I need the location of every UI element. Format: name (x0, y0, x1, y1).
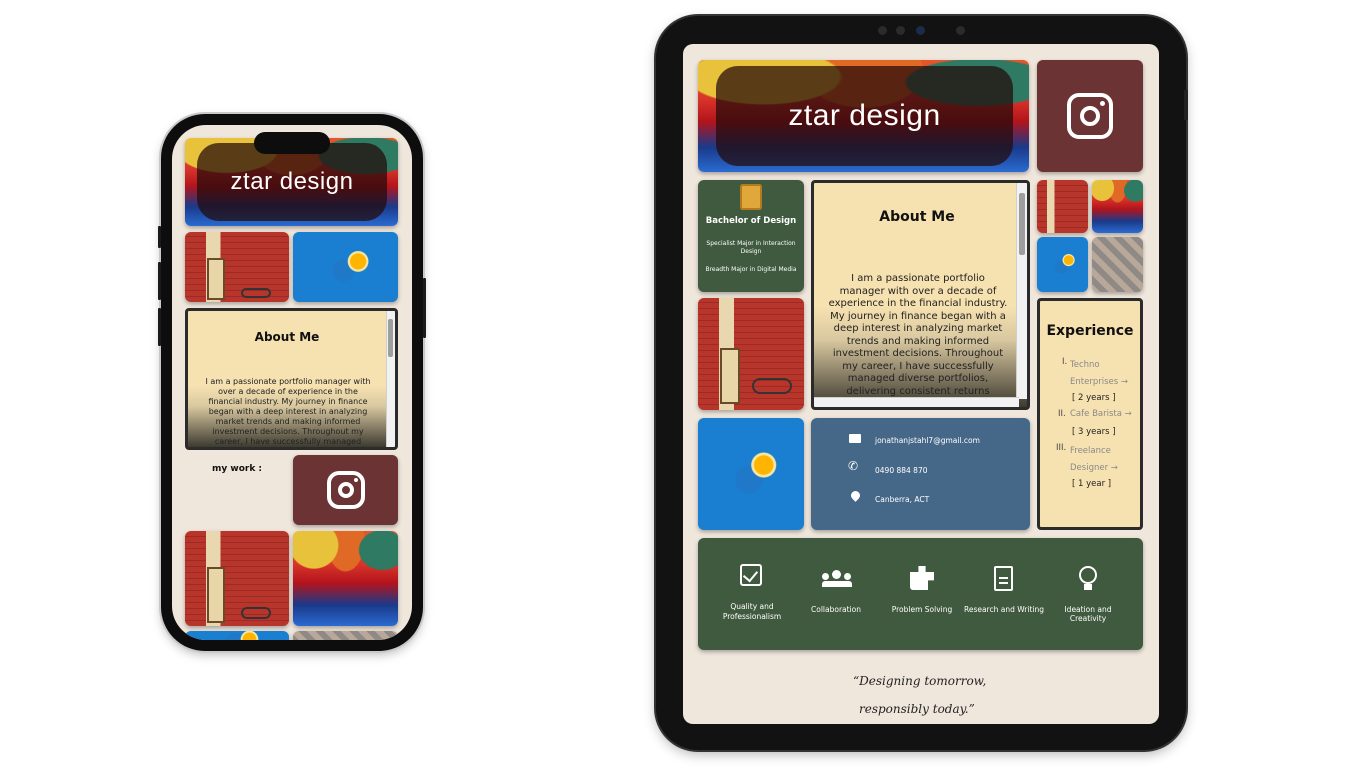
about-scrollbar[interactable] (386, 311, 395, 447)
phone-side-button (158, 226, 161, 248)
exp-num-2: II. (1058, 409, 1066, 419)
brick-wall-image[interactable] (698, 298, 804, 410)
about-scroll-thumb[interactable] (1019, 193, 1025, 255)
phone-volume-down (158, 308, 161, 346)
about-me-text: I am a passionate portfolio manager with… (828, 273, 1008, 397)
instagram-button[interactable] (293, 455, 398, 525)
exp-duration-3: [ 1 year ] (1072, 479, 1112, 489)
contact-email[interactable]: jonathanjstahl7@gmail.com (875, 436, 980, 445)
contact-phone[interactable]: 0490 884 870 (875, 466, 928, 475)
gallery-paint-image[interactable] (293, 531, 398, 626)
about-me-title: About Me (879, 209, 955, 225)
orange-image[interactable] (293, 232, 398, 302)
skill-problem-solving: Problem Solving (891, 605, 953, 614)
scroll-icon (740, 184, 762, 210)
group-icon (822, 570, 852, 587)
bicycle-shape (241, 607, 271, 619)
bicycle-shape (241, 288, 271, 298)
puzzle-icon (910, 566, 934, 590)
instagram-icon (326, 471, 365, 509)
exp-duration-1: [ 2 years ] (1072, 393, 1116, 403)
experience-card[interactable]: Experience I. Techno Enterprises → [ 2 y… (1037, 298, 1143, 530)
about-scrollbar[interactable] (1016, 183, 1027, 399)
phone-volume-up (158, 262, 161, 300)
location-pin-icon (849, 489, 862, 502)
about-me-title: About Me (254, 330, 320, 344)
exp-duration-2: [ 3 years ] (1072, 427, 1116, 437)
dynamic-island (254, 132, 330, 154)
about-scroll-thumb[interactable] (388, 319, 393, 357)
instagram-button[interactable] (1037, 60, 1143, 172)
document-icon (994, 566, 1013, 591)
about-me-text: I am a passionate portfolio manager with… (205, 377, 371, 446)
gallery-scale-image[interactable] (293, 631, 398, 640)
phone-icon: ✆ (848, 459, 859, 473)
skill-collaboration: Collaboration (811, 605, 861, 614)
gallery-orange-image[interactable] (185, 631, 289, 640)
thumb-brick-image[interactable] (1037, 180, 1088, 233)
site-title: ztar design (716, 66, 1013, 166)
tablet-sensor (896, 26, 905, 35)
orange-image[interactable] (698, 418, 804, 530)
education-card[interactable]: Bachelor of Design Specialist Major in I… (698, 180, 804, 292)
tablet-screen: ztar design Bachelor of Design Specialis… (683, 44, 1159, 724)
contact-location: Canberra, ACT (875, 495, 930, 504)
skill-research-writing: Research and Writing (963, 605, 1045, 614)
major-breadth: Breadth Major in Digital Media (705, 266, 797, 273)
thumb-orange-image[interactable] (1037, 237, 1088, 292)
phone-power-button (423, 278, 426, 338)
thumb-paint-image[interactable] (1092, 180, 1143, 233)
exp-item-cafe[interactable]: Cafe Barista → (1070, 409, 1138, 419)
contact-card[interactable]: jonathanjstahl7@gmail.com ✆ 0490 884 870… (811, 418, 1030, 530)
about-me-card[interactable]: About Me I am a passionate portfolio man… (185, 308, 398, 450)
skill-ideation: Ideation and Creativity (1064, 605, 1112, 623)
site-title: ztar design (197, 143, 387, 221)
door-shape (207, 258, 225, 300)
phone-screen: ztar design About Me I am a passionate p… (172, 125, 412, 640)
door-shape (720, 348, 740, 404)
exp-num-3: III. (1056, 443, 1067, 453)
skills-panel: Quality and Professionalism Collaboratio… (698, 538, 1143, 650)
bicycle-shape (752, 378, 792, 394)
degree-title: Bachelor of Design (705, 216, 797, 226)
header-banner: ztar design (698, 60, 1029, 172)
exp-num-1: I. (1062, 357, 1068, 367)
my-work-label: my work : (212, 464, 263, 474)
tablet-camera (878, 26, 887, 35)
exp-item-techno[interactable]: Techno Enterprises → (1070, 357, 1138, 391)
about-h-scrollbar[interactable] (814, 397, 1019, 407)
quote-line-1: “Designing tomorrow, (853, 674, 987, 688)
experience-title: Experience (1046, 323, 1134, 339)
tablet-sensor (956, 26, 965, 35)
about-me-card[interactable]: About Me I am a passionate portfolio man… (811, 180, 1030, 410)
instagram-icon (1067, 93, 1113, 139)
tablet-sensor (916, 26, 925, 35)
email-icon (849, 434, 861, 443)
major-specialist: Specialist Major in Interaction Design (706, 240, 796, 255)
exp-item-freelance[interactable]: Freelance Designer → (1070, 443, 1138, 477)
skill-quality: Quality and Professionalism (722, 602, 782, 621)
tablet-side-button (1184, 90, 1188, 120)
brick-wall-image[interactable] (185, 232, 289, 302)
quote-line-2: responsibly today.” (859, 702, 975, 716)
lightbulb-icon (1079, 566, 1097, 590)
checkbox-icon (740, 564, 762, 586)
door-shape (207, 567, 225, 623)
gallery-brick-image[interactable] (185, 531, 289, 626)
thumb-scale-image[interactable] (1092, 237, 1143, 292)
